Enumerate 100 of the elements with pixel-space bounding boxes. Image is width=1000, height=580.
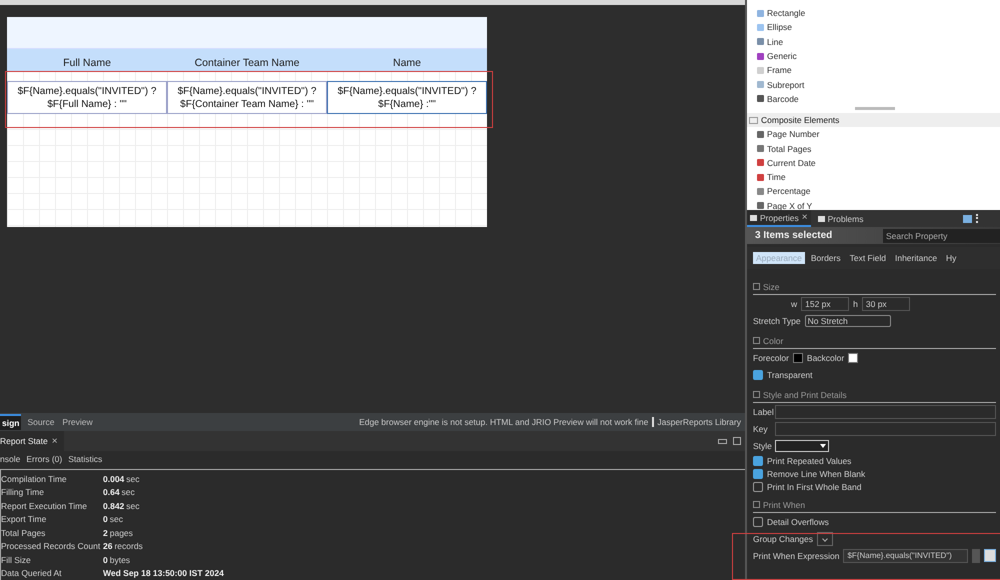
section-tab[interactable]: Inheritance (892, 252, 940, 264)
field-label: Print When Expression (753, 550, 840, 560)
section-title: Style and Print Details (763, 390, 847, 400)
checkbox[interactable] (753, 468, 763, 478)
stat-unit: sec (122, 487, 135, 498)
checkbox-label: Detail Overflows (767, 516, 829, 526)
palette-item[interactable]: Subreport (747, 77, 804, 92)
stat-label: Export Time (1, 514, 48, 524)
palette-item[interactable]: Page X of Y (747, 198, 812, 213)
status-message: Edge browser engine is not setup. HTML and JRIO Preview will not work fine (359, 417, 648, 427)
stretch-type-dropdown[interactable]: No Stretch (804, 314, 891, 326)
sub-tab[interactable]: Errors (0) (26, 454, 62, 464)
palette-item[interactable]: Percentage (747, 184, 810, 199)
close-icon[interactable]: × (802, 212, 808, 223)
sub-tab[interactable]: nsole (0, 454, 20, 464)
section-tab[interactable]: Borders (808, 252, 844, 264)
stat-unit: sec (126, 474, 140, 484)
stat-label: Fill Size (1, 554, 32, 565)
tab-title: Report State (0, 436, 48, 446)
key-field[interactable] (775, 422, 996, 436)
checkbox[interactable] (753, 516, 763, 526)
minimize-icon[interactable] (718, 438, 727, 444)
view-tab[interactable]: Problems (814, 210, 866, 227)
checkbox-label: Print In First Whole Band (767, 482, 862, 492)
collapse-icon[interactable] (753, 391, 760, 398)
color-swatch[interactable] (848, 352, 858, 362)
sub-tab[interactable]: Statistics (68, 454, 102, 464)
view-tab[interactable]: Properties × (747, 210, 811, 227)
editor-tab[interactable]: Source (25, 414, 56, 430)
checkbox[interactable] (753, 370, 763, 380)
color-swatch[interactable] (792, 352, 803, 362)
toolbar-icon[interactable] (963, 214, 972, 222)
expression-editor-button[interactable] (984, 549, 996, 562)
field-label: h (853, 298, 858, 308)
stat-label: Report Execution Time (1, 500, 88, 511)
stat-unit: bytes (110, 554, 130, 565)
stat-value: 0 (103, 554, 108, 565)
stat-value: 0.64 (103, 487, 120, 498)
style-dropdown[interactable] (775, 440, 829, 452)
section-title: Print When (763, 500, 806, 510)
palette-item[interactable]: Generic (747, 48, 797, 64)
field-label: Backcolor (806, 352, 844, 362)
collapse-icon[interactable] (753, 337, 760, 344)
stat-value: 26 (103, 541, 112, 552)
stat-value: 0.004 (103, 474, 124, 484)
checkbox[interactable] (753, 482, 763, 492)
more-icon[interactable] (976, 214, 980, 223)
text-field-element[interactable]: $F{Name}.equals("INVITED") ? $F{Container Team Name} : "" (167, 81, 327, 114)
stat-value: 0.842 (103, 500, 124, 511)
column-header: Container Team Name (194, 57, 300, 69)
collapse-icon[interactable] (753, 283, 760, 290)
stat-value: Wed Sep 18 13:50:00 IST 2024 (103, 568, 224, 578)
checkbox-label: Print Repeated Values (767, 456, 852, 466)
checkbox-label: Remove Line When Blank (767, 468, 866, 478)
text-field-element[interactable]: $F{Name}.equals("INVITED") ? $F{Full Name} : "" (7, 81, 167, 114)
stat-label: Filling Time (1, 487, 45, 498)
maximize-icon[interactable] (733, 437, 741, 445)
palette-item[interactable]: Page Number (747, 127, 820, 142)
report-state-tab[interactable]: Report State × (0, 431, 64, 451)
palette-group[interactable]: Composite Elements (747, 113, 1000, 128)
palette-item[interactable]: Total Pages (747, 141, 812, 156)
label-field[interactable] (775, 404, 996, 418)
field-label: w (791, 298, 798, 308)
checkbox[interactable] (753, 456, 763, 466)
field-label: Group Changes (753, 534, 814, 544)
palette-item[interactable]: Ellipse (747, 20, 792, 35)
close-icon[interactable]: × (52, 436, 58, 446)
group-changes-dropdown[interactable] (817, 532, 834, 546)
palette-item[interactable]: Line (747, 34, 784, 49)
section-tab[interactable]: Text Field (846, 252, 889, 264)
stat-value: 0 (103, 514, 108, 524)
palette-item[interactable]: Barcode (747, 92, 799, 106)
section-tab[interactable]: Hy (943, 252, 960, 264)
section-title: Color (763, 336, 784, 346)
editor-tab[interactable]: Preview (60, 414, 95, 430)
expression-field[interactable]: $F{Name}.equals("INVITED") (843, 548, 968, 562)
section-title: Size (763, 282, 780, 292)
stat-unit: sec (126, 500, 140, 511)
field-label: Label (753, 406, 771, 416)
search-field[interactable]: Search Property (883, 228, 1000, 242)
text-field-element[interactable]: $F{Name}.equals("INVITED") ? $F{Name} :"" (327, 81, 487, 114)
column-header: Full Name (62, 57, 112, 69)
height-field[interactable]: 30 px (862, 296, 910, 310)
view-icon (750, 214, 757, 220)
caret-icon (820, 444, 826, 448)
palette-item[interactable]: Rectangle (747, 6, 806, 20)
tab-title: Problems (828, 214, 864, 224)
palette-item[interactable]: Frame (747, 63, 792, 78)
collapse-icon[interactable] (753, 501, 760, 508)
palette-item[interactable]: Current Date (747, 156, 816, 170)
selection-title: 3 Items selected (755, 230, 834, 241)
splitter-handle[interactable] (855, 107, 895, 110)
palette-item[interactable]: Time (747, 170, 786, 184)
stat-label: Processed Records Count (1, 541, 102, 552)
editor-tab[interactable]: sign (0, 414, 22, 430)
stat-unit: pages (110, 528, 133, 538)
field-label: Stretch Type (753, 316, 801, 326)
width-field[interactable]: 152 px (801, 296, 850, 310)
column-header: Name (392, 57, 422, 69)
stat-label: Total Pages (1, 528, 46, 538)
